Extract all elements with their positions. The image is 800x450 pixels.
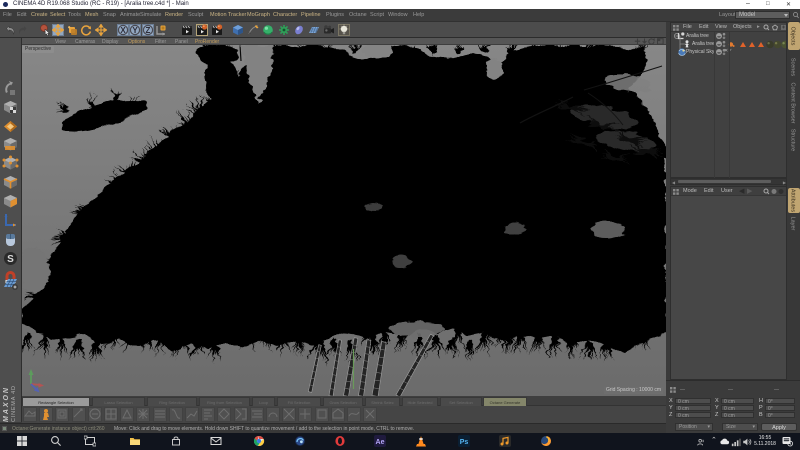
svg-text:CINEMA 4D: CINEMA 4D [11, 386, 17, 422]
svg-text:Content Browser: Content Browser [790, 83, 796, 124]
svg-text:Objects: Objects [790, 27, 796, 46]
svg-text:Structure: Structure [790, 129, 796, 151]
svg-text:MAXON: MAXON [3, 387, 10, 422]
svg-text:X: X [120, 26, 126, 35]
svg-text:Ae: Ae [376, 439, 385, 446]
svg-text:Scenes: Scenes [790, 58, 796, 77]
svg-text:S: S [7, 254, 14, 265]
svg-text:Z: Z [146, 26, 151, 35]
svg-text:Layer: Layer [790, 217, 796, 231]
svg-text:Ps: Ps [460, 439, 469, 446]
svg-text:Attributes: Attributes [790, 189, 796, 212]
svg-text:Y: Y [132, 26, 138, 35]
